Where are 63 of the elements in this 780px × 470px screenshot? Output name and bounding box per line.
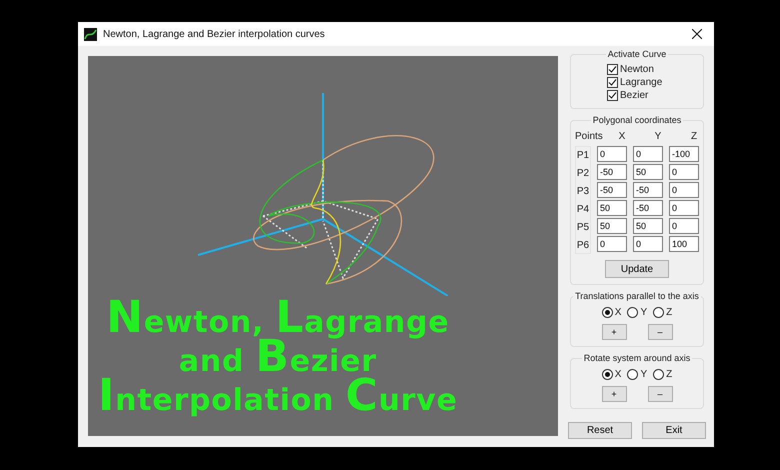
column-header: X [618,130,626,144]
coordinate-field[interactable]: -50 [597,164,627,180]
coordinate-field[interactable]: 50 [597,200,627,216]
point-label: P6 [576,238,590,252]
group-title: Rotate system around axis [582,353,692,364]
coordinate-field[interactable]: 0 [633,146,663,162]
radio-label: X [614,368,622,382]
radio-label: Z [666,306,672,320]
window-title: Newton, Lagrange and Bezier interpolation curves [103,28,325,42]
group-title: Translations parallel to the axis [573,291,701,302]
group-title: Polygonal coordinates [590,115,684,126]
checkbox[interactable] [607,90,618,101]
radio-button[interactable] [602,307,613,318]
group-title: Activate Curve [606,49,668,60]
coordinate-field[interactable]: 0 [597,236,627,252]
plus-button[interactable]: + [602,386,626,402]
radio-button[interactable] [653,307,664,318]
checkbox-label: Newton [620,63,654,77]
radio-button[interactable] [653,369,664,380]
app-icon [84,28,97,40]
radio-label: Y [640,306,648,320]
coordinate-field[interactable]: 0 [669,218,699,234]
column-header: Y [654,130,662,144]
radio-button[interactable] [602,369,613,380]
minus-button[interactable]: – [648,386,672,402]
close-icon[interactable] [692,29,702,39]
plus-button[interactable]: + [602,324,626,340]
update-button[interactable]: Update [605,260,669,278]
coordinate-field[interactable]: 50 [633,218,663,234]
radio-button[interactable] [627,369,638,380]
point-label: P2 [576,166,590,180]
coordinate-field[interactable]: -50 [633,200,663,216]
point-label: P4 [576,202,590,216]
dialog-button[interactable]: Reset [568,422,632,439]
coordinate-field[interactable]: -50 [597,182,627,198]
banner-text: Newton, Lagrange [106,301,450,340]
coordinate-field[interactable]: 0 [669,200,699,216]
dialog-button[interactable]: Exit [642,422,706,439]
minus-button[interactable]: – [648,324,672,340]
coordinate-field[interactable]: 0 [669,182,699,198]
coordinate-field[interactable]: 0 [597,146,627,162]
banner-text: and Bezier [178,340,377,379]
radio-label: Y [640,368,648,382]
coordinate-field[interactable]: 0 [633,236,663,252]
checkbox-label: Bezier [620,89,648,103]
banner-text: Interpolation Curve [98,379,458,418]
checkbox-label: Lagrange [620,76,662,90]
column-header: Points [575,130,601,144]
coordinate-field[interactable]: -100 [669,146,699,162]
coordinate-field[interactable]: 50 [597,218,627,234]
point-label: P3 [576,184,590,198]
point-label: P1 [576,148,590,162]
radio-button[interactable] [627,307,638,318]
coordinate-field[interactable]: -50 [633,182,663,198]
radio-label: X [614,306,622,320]
coordinate-field[interactable]: 50 [633,164,663,180]
point-label: P5 [576,220,590,234]
checkbox[interactable] [607,77,618,88]
column-header: Z [690,130,698,144]
coordinate-field[interactable]: 0 [669,164,699,180]
radio-label: Z [666,368,672,382]
checkbox[interactable] [607,64,618,75]
coordinate-field[interactable]: 100 [669,236,699,252]
